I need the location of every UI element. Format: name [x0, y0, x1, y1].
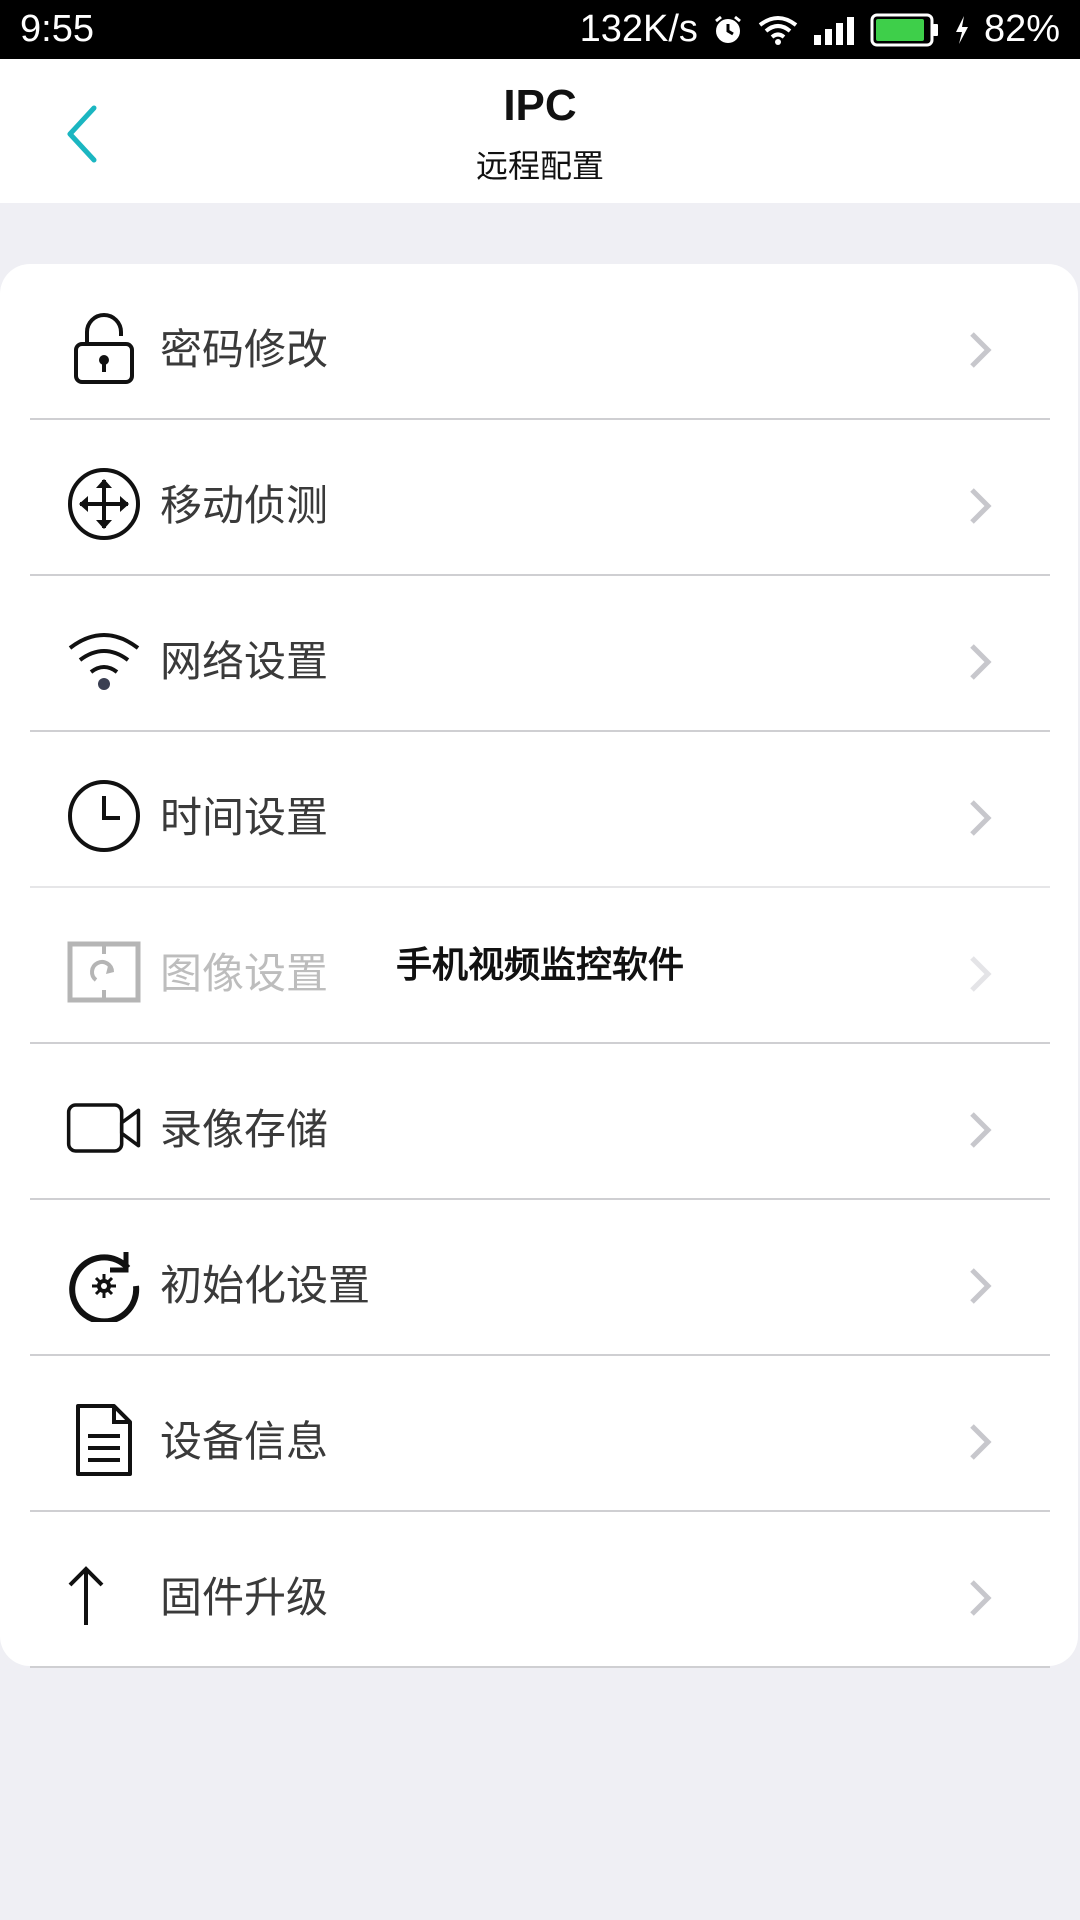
chevron-right-icon	[970, 1580, 992, 1616]
reset-gear-icon	[66, 1246, 142, 1322]
charging-icon	[954, 15, 970, 45]
title-bar: IPC 远程配置	[0, 59, 1080, 203]
chevron-right-icon	[970, 1112, 992, 1148]
menu-item-password[interactable]: 密码修改	[0, 264, 1078, 420]
menu-item-label: 移动侦测	[160, 481, 329, 530]
watermark-text: 手机视频监控软件	[395, 945, 684, 986]
status-right: 132K/s 82%	[580, 8, 1060, 51]
chevron-right-icon	[970, 1268, 992, 1304]
chevron-right-icon	[970, 488, 992, 524]
wifi-icon	[66, 622, 142, 698]
chevron-right-icon	[970, 800, 992, 836]
menu-item-network-settings[interactable]: 网络设置	[0, 576, 1078, 732]
menu-item-label: 时间设置	[160, 793, 329, 842]
menu-item-motion-detection[interactable]: 移动侦测	[0, 420, 1078, 576]
menu-item-label: 初始化设置	[160, 1261, 371, 1310]
wifi-icon	[758, 15, 798, 45]
page-subtitle: 远程配置	[475, 147, 604, 185]
clock-icon	[66, 778, 142, 854]
chevron-right-icon	[970, 644, 992, 680]
menu-item-reset-settings[interactable]: 初始化设置	[0, 1200, 1078, 1356]
signal-icon	[812, 15, 856, 45]
menu-item-label: 密码修改	[160, 325, 329, 374]
arrow-up-icon	[66, 1558, 142, 1634]
lock-icon	[66, 310, 142, 386]
chevron-right-icon	[970, 1424, 992, 1460]
menu-item-label: 录像存储	[160, 1105, 329, 1154]
menu-item-label: 固件升级	[160, 1573, 329, 1622]
menu-item-label: 网络设置	[160, 637, 329, 686]
move-arrows-icon	[66, 466, 142, 542]
status-time: 9:55	[20, 8, 94, 50]
battery-icon	[870, 13, 940, 47]
status-bar: 9:55 132K/s 82%	[0, 0, 1080, 59]
battery-percent: 82%	[983, 8, 1060, 50]
menu-item-firmware-upgrade[interactable]: 固件升级	[0, 1512, 1078, 1668]
page-title: IPC	[503, 81, 577, 130]
divider	[30, 1666, 1050, 1668]
alarm-icon	[712, 14, 744, 46]
menu-item-recording-storage[interactable]: 录像存储	[0, 1044, 1078, 1200]
menu-item-label: 设备信息	[160, 1417, 329, 1466]
menu-item-time-settings[interactable]: 时间设置	[0, 732, 1078, 888]
network-speed: 132K/s	[579, 8, 698, 50]
video-camera-icon	[66, 1090, 142, 1166]
chevron-right-icon	[970, 332, 992, 368]
menu-item-device-info[interactable]: 设备信息	[0, 1356, 1078, 1512]
document-icon	[66, 1402, 142, 1478]
